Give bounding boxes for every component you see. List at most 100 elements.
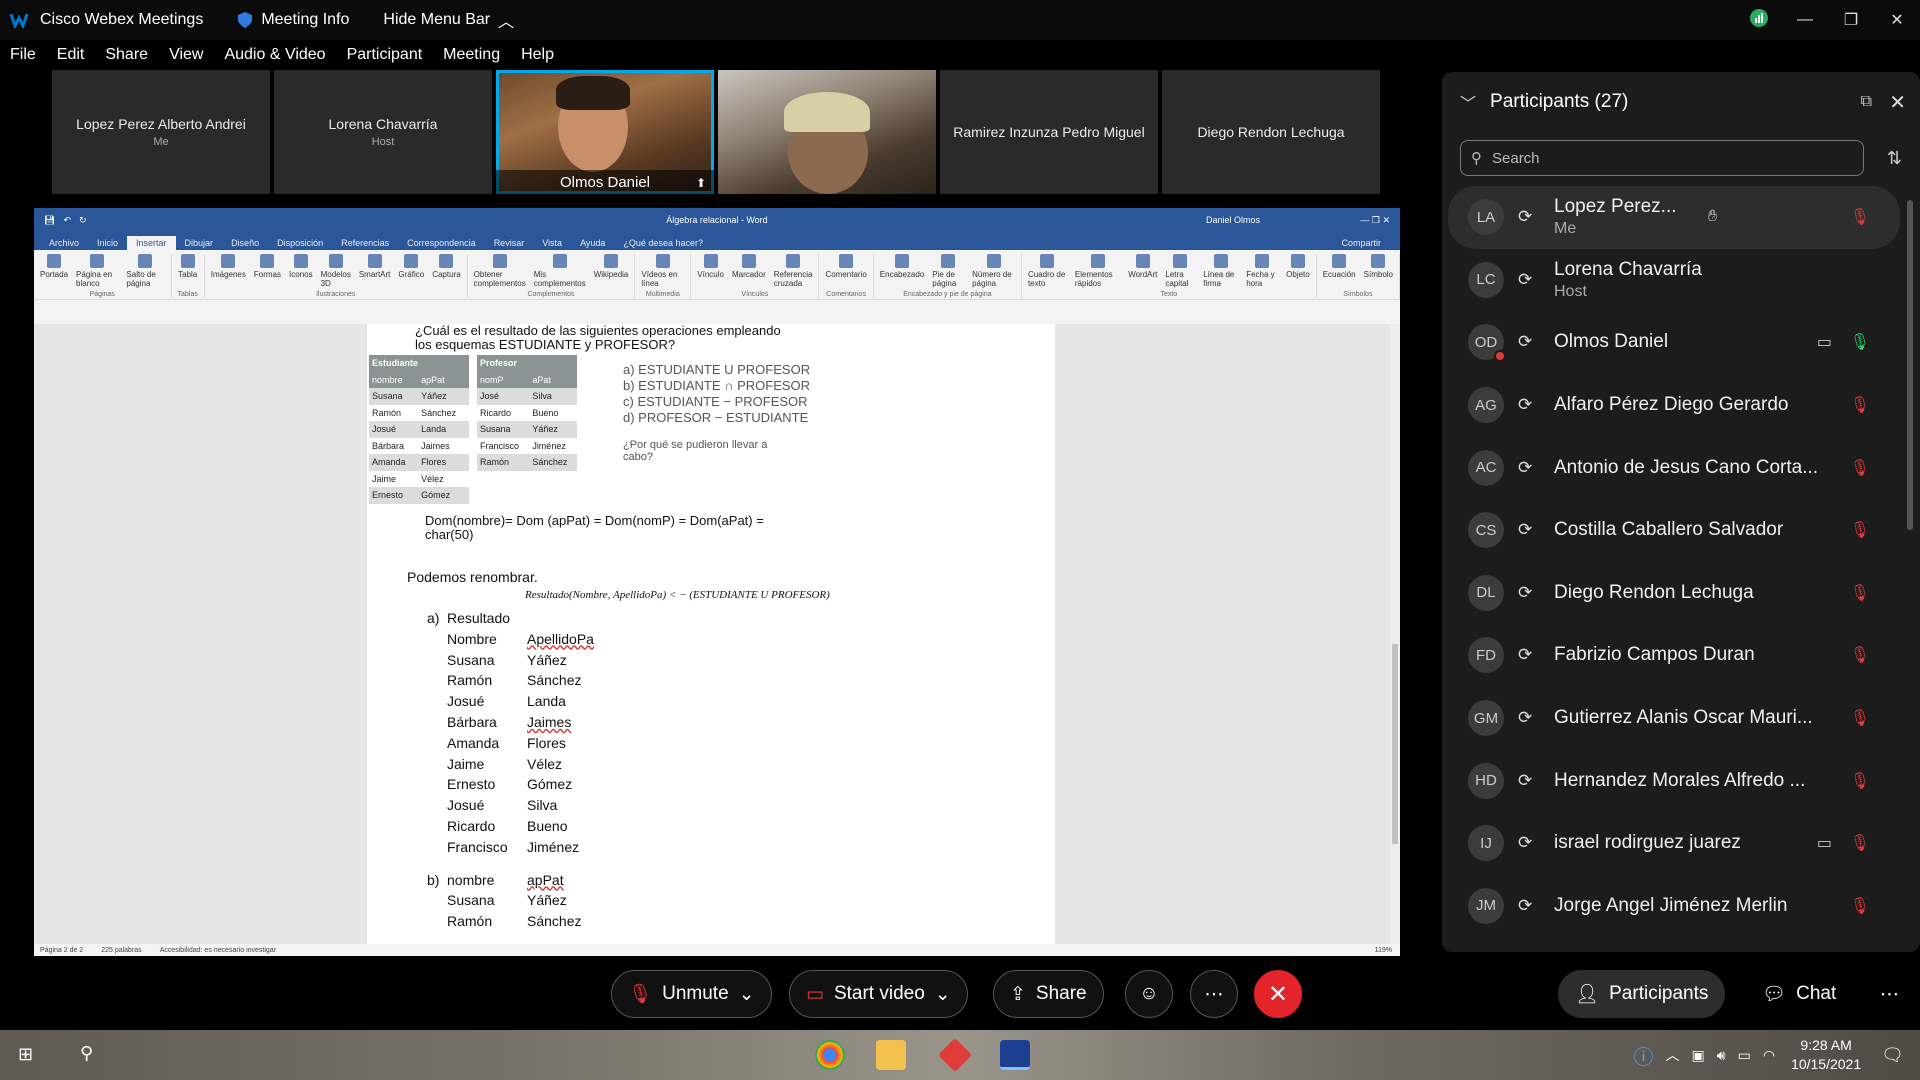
more-icon: ⋯ [1880,983,1899,1005]
operations-list: a) ESTUDIANTE U PROFESOR b) ESTUDIANTE ∩… [623,362,810,426]
participant-name: Antonio de Jesus Cano Corta... [1554,456,1819,478]
menu-meeting[interactable]: Meeting [443,46,500,64]
participant-row[interactable]: GM ⟳ Gutierrez Alanis Oscar Mauri... 🎙︎ [1448,687,1900,750]
ribbon-icon [941,254,956,268]
reactions-button[interactable]: ☺ [1125,970,1173,1018]
sync-icon: ⟳ [1518,645,1533,665]
participant-row[interactable]: DL ⟳ Diego Rendon Lechuga 🎙︎ [1448,562,1900,625]
wifi-icon[interactable]: ◠ [1763,1047,1775,1064]
ribbon-button: WordArt [1128,254,1157,288]
chat-button[interactable]: 💬︎ Chat [1746,970,1852,1018]
mic-muted-icon[interactable]: 🎙︎ [1850,896,1870,916]
participant-name: Lorena Chavarría Host [1554,259,1824,301]
ribbon-label: Captura [432,270,461,279]
participant-search-input[interactable]: ⚲ Search [1460,140,1864,176]
windows-start-icon[interactable]: ⊞ [18,1044,33,1065]
sort-icon[interactable]: ⇅ [1887,148,1902,169]
participant-row[interactable]: HD ⟳ Hernandez Morales Alfredo ... 🎙︎ [1448,749,1900,812]
app-icon[interactable] [938,1038,972,1072]
mic-muted-icon[interactable]: 🎙︎ [1850,395,1870,415]
mic-muted-icon[interactable]: 🎙︎ [1850,771,1870,791]
ribbon-label: Elementos rápidos [1074,270,1113,288]
ribbon-button: Fecha y hora [1246,254,1278,288]
help-icon[interactable]: ⓘ [1634,1041,1654,1070]
mic-muted-icon[interactable]: 🎙︎ [1850,458,1870,478]
word-share: Compartir [1341,238,1381,248]
menu-share[interactable]: Share [105,46,148,64]
meeting-info-button[interactable]: Meeting Info [237,11,349,29]
webex-taskbar-icon[interactable] [1000,1040,1030,1070]
network-stats-icon[interactable] [1736,8,1782,32]
list-cell: Josué [447,693,485,710]
menu-file[interactable]: File [10,46,36,64]
video-tile-active-speaker[interactable]: Olmos Daniel ⬆ [496,70,714,194]
battery-icon[interactable]: ▭ [1738,1047,1751,1064]
search-icon[interactable]: ⚲ [80,1043,93,1064]
ribbon-button: Referencia cruzada [774,254,812,288]
ribbon-group-label: Símbolos [1343,291,1373,298]
unmute-button[interactable]: 🎙︎ Unmute ⌄ [611,970,772,1018]
mic-muted-icon[interactable]: 🎙︎ [1850,207,1870,227]
menu-view[interactable]: View [169,46,203,64]
video-tile[interactable]: Diego Rendon Lechuga [1162,70,1380,194]
participant-row[interactable]: LC ⟳ Lorena Chavarría Host [1448,249,1900,312]
menu-help[interactable]: Help [521,46,554,64]
menu-audio-video[interactable]: Audio & Video [224,46,325,64]
video-tile[interactable] [718,70,936,194]
start-video-button[interactable]: ▭ Start video ⌄ [789,970,968,1018]
chrome-icon[interactable] [815,1040,845,1070]
rename-text: Podemos renombrar. [407,569,538,585]
hide-menu-bar-button[interactable]: Hide Menu Bar ︿ [383,8,514,32]
participant-row[interactable]: FD ⟳ Fabrizio Campos Duran 🎙︎ [1448,624,1900,687]
chevron-up-icon[interactable]: ︿ [1666,1045,1680,1065]
network-icon[interactable]: ▣ [1692,1047,1705,1064]
ribbon-button: Vídeos en línea [641,254,684,288]
share-button[interactable]: ⇪ Share [993,970,1104,1018]
mic-muted-icon[interactable]: 🎙︎ [1850,833,1870,853]
sync-icon: ⟳ [1518,395,1533,415]
close-window-button[interactable]: ✕ [1874,10,1920,30]
webex-logo-icon [8,9,30,31]
file-explorer-icon[interactable] [876,1040,906,1070]
participant-row[interactable]: AC ⟳ Antonio de Jesus Cano Corta... 🎙︎ [1448,436,1900,499]
sync-icon: ⟳ [1518,520,1533,540]
clock[interactable]: 9:28 AM 10/15/2021 [1791,1036,1861,1074]
pop-out-icon[interactable]: ⧉ [1861,93,1872,111]
collapse-chevron-icon[interactable]: ﹀ [1460,90,1476,114]
menu-participant[interactable]: Participant [347,46,423,64]
close-panel-icon[interactable]: ✕ [1889,90,1906,115]
panel-more-button[interactable]: ⋯ [1864,970,1915,1018]
list-label: a) [427,610,440,626]
list-cell: Landa [527,693,566,710]
minimize-button[interactable]: — [1782,11,1828,29]
mic-muted-icon[interactable]: 🎙︎ [1850,645,1870,665]
participant-row[interactable]: OD ⟳ Olmos Daniel ▭ 🎙︎ [1448,311,1900,374]
leave-meeting-button[interactable]: ✕ [1254,970,1302,1018]
participants-button[interactable]: 👤︎ Participants [1558,970,1726,1018]
participant-row[interactable]: JM ⟳ Jorge Angel Jiménez Merlin 🎙︎ [1448,875,1900,938]
participant-row[interactable]: IJ ⟳ israel rodirguez juarez ▭ 🎙︎ [1448,812,1900,875]
ribbon-group-label: Vínculos [741,291,769,298]
ribbon-label: Gráfico [398,270,425,279]
participant-row[interactable]: AG ⟳ Alfaro Pérez Diego Gerardo 🎙︎ [1448,374,1900,437]
volume-icon[interactable]: 🔊︎ [1717,1047,1726,1064]
participant-row[interactable]: CS ⟳ Costilla Caballero Salvador 🎙︎ [1448,499,1900,562]
participant-role: Host [1554,282,1587,300]
video-tile[interactable]: Lorena Chavarría Host [274,70,492,194]
operation-item: d) PROFESOR − ESTUDIANTE [623,410,809,425]
ribbon-button: Comentario [825,254,867,279]
panel-scrollbar[interactable] [1906,190,1914,930]
more-options-button[interactable]: ⋯ [1190,970,1238,1018]
restore-button[interactable]: ❐ [1828,10,1874,30]
mic-muted-icon[interactable]: 🎙︎ [1850,520,1870,540]
menu-edit[interactable]: Edit [57,46,85,64]
video-tile[interactable]: Lopez Perez Alberto Andrei Me [52,70,270,194]
raise-hand-icon[interactable]: ✋︎ [1708,208,1717,226]
video-tile[interactable]: Ramirez Inzunza Pedro Miguel [940,70,1158,194]
notifications-icon[interactable]: 🗨︎ [1881,1045,1904,1066]
mic-on-icon[interactable]: 🎙︎ [1850,332,1870,352]
chevron-up-icon: ︿ [498,14,515,31]
mic-muted-icon[interactable]: 🎙︎ [1850,583,1870,603]
participant-row[interactable]: LA ⟳ Lopez Perez... Me ✋︎ 🎙︎ [1448,186,1900,249]
mic-muted-icon[interactable]: 🎙︎ [1850,708,1870,728]
